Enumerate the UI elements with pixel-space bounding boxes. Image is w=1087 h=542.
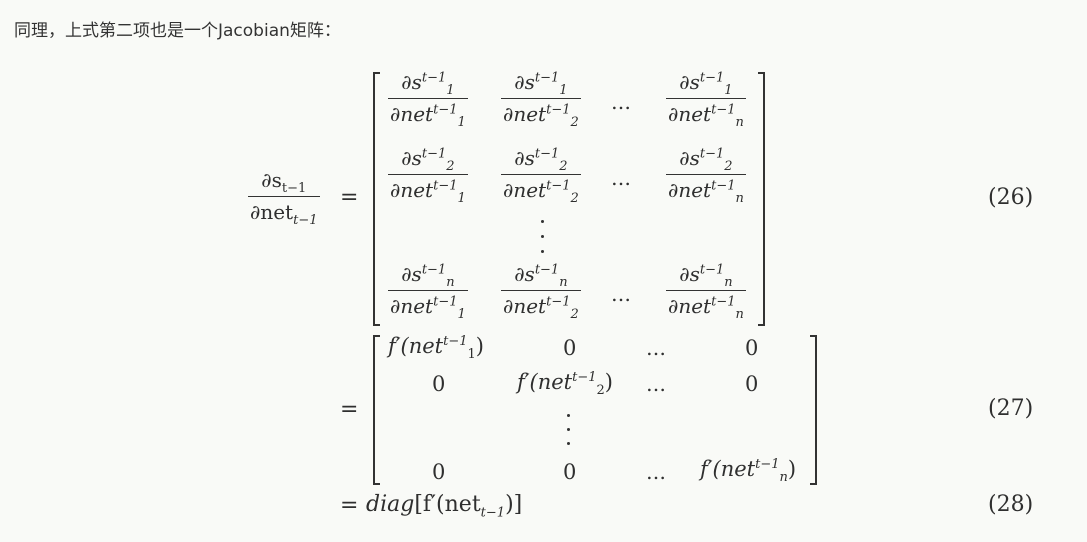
left-bracket <box>373 335 380 485</box>
matrix-brackets <box>373 72 817 485</box>
right-bracket <box>758 72 765 326</box>
left-bracket <box>373 72 380 326</box>
right-bracket <box>810 335 817 485</box>
